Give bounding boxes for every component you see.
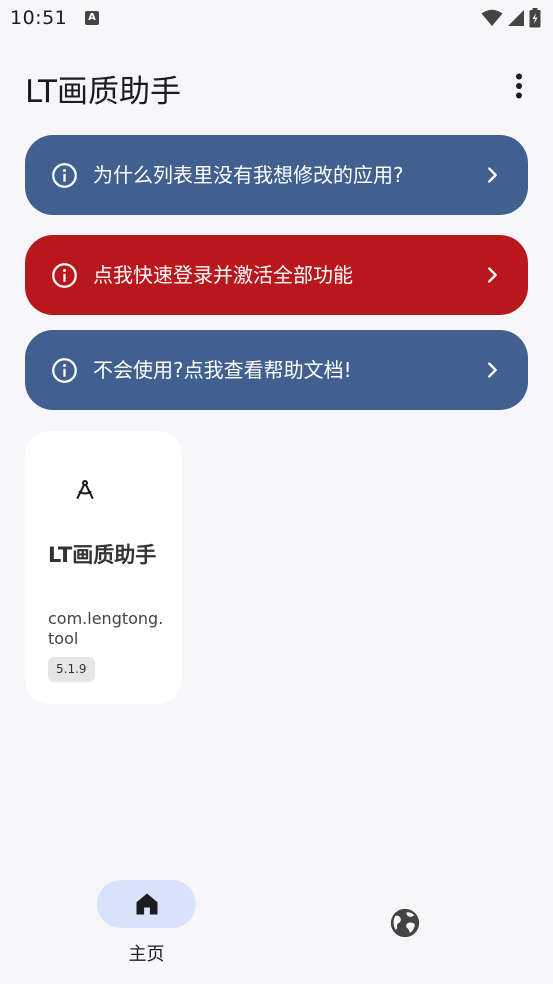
nav-item-home-label[interactable]: 主页: [97, 940, 196, 966]
app-name: LT画质助手: [48, 543, 157, 567]
battery-icon: [529, 8, 541, 28]
bottom-nav: 主页: [0, 860, 553, 984]
info-icon: [52, 163, 77, 188]
wifi-icon: [481, 9, 503, 26]
banner-label: 点我快速登录并激活全部功能: [93, 263, 353, 287]
info-icon: [52, 263, 77, 288]
app-package-name: com.lengtong.tool: [48, 609, 164, 648]
more-vert-icon: [516, 73, 522, 99]
app-card[interactable]: LT画质助手 com.lengtong.tool 5.1.9: [25, 431, 182, 704]
home-icon: [136, 893, 157, 915]
more-options-button[interactable]: [503, 70, 535, 102]
chevron-right-icon: [488, 167, 497, 183]
compass-icon: [76, 480, 94, 499]
banner-label: 不会使用?点我查看帮助文档!: [93, 358, 352, 382]
status-bar: 10:51 A: [0, 0, 553, 40]
banner-help-docs[interactable]: 不会使用?点我查看帮助文档!: [25, 330, 528, 410]
status-icons: [481, 8, 541, 28]
status-time: 10:51: [10, 7, 68, 29]
page-title: LT画质助手: [25, 74, 181, 110]
globe-icon: [390, 908, 420, 938]
info-icon: [52, 358, 77, 383]
nav-item-home[interactable]: [97, 880, 196, 928]
nav-item-web[interactable]: [388, 906, 422, 940]
chevron-right-icon: [488, 362, 497, 378]
app-version-badge: 5.1.9: [48, 657, 95, 682]
banner-label: 为什么列表里没有我想修改的应用?: [93, 163, 404, 187]
banner-quick-login[interactable]: 点我快速登录并激活全部功能: [25, 235, 528, 315]
a-icon: A: [85, 11, 99, 25]
banner-why-app-missing[interactable]: 为什么列表里没有我想修改的应用?: [25, 135, 528, 215]
chevron-right-icon: [488, 267, 497, 283]
signal-icon: [508, 10, 524, 26]
